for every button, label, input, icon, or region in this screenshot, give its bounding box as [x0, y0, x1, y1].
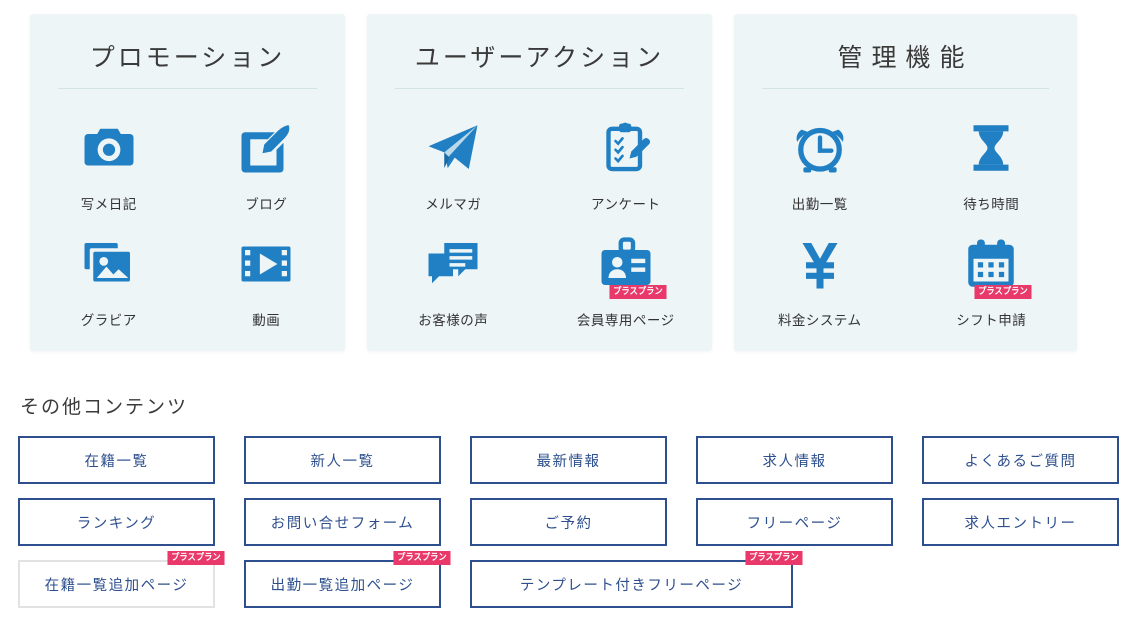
content-link-button[interactable]: 求人情報 [696, 436, 893, 484]
card-title: プロモーション [89, 44, 286, 72]
plus-plan-badge: プラスプラン [609, 285, 667, 299]
content-link-label: よくあるご質問 [964, 453, 1077, 470]
content-link-label: お問い合せフォーム [270, 515, 415, 532]
clipboard-pencil-icon[interactable] [589, 111, 663, 185]
content-link-label: 在籍一覧 [84, 453, 149, 470]
content-link-label: フリーページ [746, 515, 843, 532]
other-contents-heading: その他コンテンツ [20, 397, 189, 418]
category-card: 管理機能出勤一覧 待ち時間料金システム プラスプランシフト申請 [734, 14, 1077, 351]
content-link-label: 出勤一覧追加ページ [270, 577, 415, 594]
content-link-label: 求人エントリー [964, 515, 1077, 532]
category-cards: プロモーション写メ日記 ブロググラビア 動画 ユーザーアクションメルマガ アンケートお客… [30, 14, 1077, 351]
feature-dashboard: プロモーション写メ日記 ブロググラビア 動画 ユーザーアクションメルマガ アンケートお客… [0, 0, 1140, 628]
calendar-icon[interactable]: プラスプラン [954, 227, 1032, 301]
pencil-square-icon[interactable] [229, 111, 303, 185]
content-link-label: テンプレート付きフリーページ [519, 577, 744, 594]
film-play-icon[interactable] [229, 227, 303, 301]
feature-item-label: グラビア [80, 313, 137, 328]
content-link-button[interactable]: フリーページ [696, 498, 893, 546]
content-link-button[interactable]: よくあるご質問 [922, 436, 1119, 484]
hourglass-icon[interactable] [954, 111, 1028, 185]
yen-icon[interactable] [783, 227, 857, 301]
other-contents-button-grid: 在籍一覧 新人一覧 最新情報 求人情報 よくあるご質問ランキング お問い合せフォーム ご予約… [18, 436, 1122, 608]
alarm-clock-icon[interactable] [783, 111, 857, 185]
feature-item-label: お客様の声 [418, 313, 489, 328]
card-title-divider [762, 88, 1049, 89]
content-link-label: ランキング [76, 515, 157, 532]
plus-plan-badge: プラスプラン [745, 551, 803, 565]
feature-item-label: 会員専用ページ [576, 313, 675, 328]
card-icon-grid: 出勤一覧 待ち時間料金システム プラスプランシフト申請 [734, 111, 1077, 329]
content-link-label: ご予約 [544, 515, 593, 532]
feature-item-label: アンケート [591, 197, 661, 212]
chat-bubbles-icon[interactable] [416, 227, 490, 301]
feature-item-label: ブログ [245, 197, 288, 212]
content-link-button[interactable]: お問い合せフォーム [244, 498, 441, 546]
camera-icon[interactable] [72, 111, 146, 185]
card-icon-grid: メルマガ アンケートお客様の声 プラスプラン会員専用ページ [367, 111, 712, 329]
content-link-label: 新人一覧 [310, 453, 375, 470]
content-link-button[interactable]: 求人エントリー [922, 498, 1119, 546]
plus-plan-badge: プラスプラン [167, 551, 225, 565]
content-link-label: 最新情報 [536, 453, 601, 470]
paper-plane-icon[interactable] [416, 111, 490, 185]
feature-item-label: メルマガ [425, 197, 482, 212]
content-link-label: 求人情報 [762, 453, 827, 470]
category-card: ユーザーアクションメルマガ アンケートお客様の声 プラスプラン会員専用ページ [367, 14, 712, 351]
feature-item[interactable]: 写メ日記 [30, 111, 188, 213]
card-title-divider [58, 88, 317, 89]
feature-item[interactable]: 料金システム [734, 227, 906, 329]
plus-plan-badge: プラスプラン [393, 551, 451, 565]
feature-item[interactable]: 待ち時間 [906, 111, 1078, 213]
photos-icon[interactable] [72, 227, 146, 301]
content-link-button[interactable]: ご予約 [470, 498, 667, 546]
content-link-button[interactable]: 新人一覧 [244, 436, 441, 484]
card-title-divider [395, 88, 684, 89]
content-link-label: 在籍一覧追加ページ [44, 577, 189, 594]
feature-item[interactable]: アンケート [540, 111, 713, 213]
feature-item[interactable]: プラスプランシフト申請 [906, 227, 1078, 329]
feature-item[interactable]: メルマガ [367, 111, 540, 213]
plus-plan-badge: プラスプラン [974, 285, 1032, 299]
content-link-button[interactable]: ランキング [18, 498, 215, 546]
feature-item-label: 出勤一覧 [791, 197, 848, 212]
feature-item-label: 待ち時間 [963, 197, 1020, 212]
card-icon-grid: 写メ日記 ブロググラビア 動画 [30, 111, 345, 329]
content-link-button[interactable]: 在籍一覧 [18, 436, 215, 484]
content-link-button: 在籍一覧追加ページ プラスプラン [18, 551, 225, 608]
feature-item[interactable]: お客様の声 [367, 227, 540, 329]
feature-item[interactable]: プラスプラン会員専用ページ [540, 227, 713, 329]
content-link-button[interactable]: 出勤一覧追加ページ プラスプラン [244, 551, 451, 608]
content-link-button[interactable]: 最新情報 [470, 436, 667, 484]
feature-item-label: 動画 [252, 313, 281, 328]
feature-item[interactable]: 出勤一覧 [734, 111, 906, 213]
card-title: 管理機能 [837, 44, 974, 72]
feature-item[interactable]: グラビア [30, 227, 188, 329]
feature-item-label: 料金システム [777, 313, 862, 328]
feature-item-label: シフト申請 [956, 313, 1027, 328]
feature-item[interactable]: 動画 [188, 227, 346, 329]
category-card: プロモーション写メ日記 ブロググラビア 動画 [30, 14, 345, 351]
feature-item-label: 写メ日記 [80, 197, 137, 212]
feature-item[interactable]: ブログ [188, 111, 346, 213]
id-card-icon[interactable]: プラスプラン [589, 227, 667, 301]
card-title: ユーザーアクション [414, 44, 665, 72]
content-link-button[interactable]: テンプレート付きフリーページ プラスプラン [470, 551, 803, 608]
